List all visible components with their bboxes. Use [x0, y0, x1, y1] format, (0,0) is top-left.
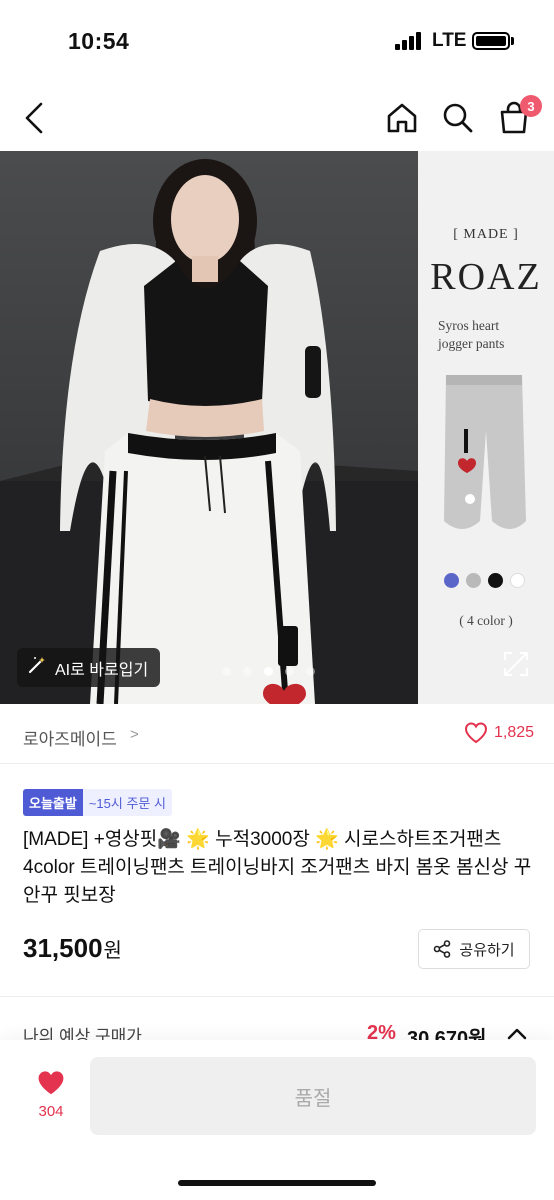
carousel-dot[interactable] — [285, 667, 294, 676]
swatch-blue — [444, 573, 459, 588]
carousel-dot-active[interactable] — [264, 667, 273, 676]
product-image-carousel[interactable]: [ MADE ] ROAZ Syros heart jogger pants (… — [0, 151, 554, 704]
swatch-white — [510, 573, 525, 588]
seller-name-link[interactable]: 로아즈메이드 — [23, 725, 117, 750]
heart-filled-icon — [38, 1071, 64, 1095]
delivery-tags: 오늘출발 ~15시 주문 시 — [23, 789, 172, 816]
order-cutoff-badge: ~15시 주문 시 — [82, 789, 172, 816]
color-count: ( 4 color ) — [459, 613, 513, 628]
share-button[interactable]: 공유하기 — [418, 929, 530, 969]
ai-try-on-label: AI로 바로입기 — [55, 661, 149, 679]
share-label: 공유하기 — [459, 941, 515, 959]
back-icon[interactable] — [14, 98, 54, 138]
price-unit: 원 — [103, 940, 122, 962]
heart-outline-icon — [464, 722, 488, 744]
seller-row: 로아즈메이드 > 1,825 — [0, 706, 554, 764]
wishlist-button[interactable]: 304 — [30, 1070, 72, 1120]
status-time: 10:54 — [68, 28, 130, 54]
battery-icon — [472, 32, 510, 50]
brand-logo-text: ROAZ — [430, 256, 542, 298]
search-icon[interactable] — [438, 98, 478, 138]
product-description: Syros heart jogger pants — [438, 317, 548, 353]
product-title: [MADE] +영상핏🎥 🌟 누적3000장 🌟 시로스하트조거팬츠 4colo… — [23, 829, 532, 906]
cart-count-badge: 3 — [520, 95, 542, 117]
made-label: [ MADE ] — [453, 227, 519, 242]
home-indicator — [178, 1180, 376, 1186]
description-line: Syros heart — [438, 318, 500, 333]
carousel-dot[interactable] — [306, 667, 315, 676]
carousel-dot[interactable] — [222, 667, 231, 676]
color-swatches — [444, 573, 525, 588]
bottom-action-bar: 304 품절 — [0, 1040, 554, 1200]
like-count: 1,825 — [494, 724, 535, 741]
share-icon — [434, 940, 451, 958]
battery-tip — [511, 37, 514, 45]
status-bar: 10:54 LTE — [0, 0, 554, 80]
chevron-right-icon: > — [130, 726, 139, 743]
network-type: LTE — [432, 30, 467, 51]
swatch-gray — [466, 573, 481, 588]
section-divider — [0, 996, 554, 997]
carousel-dot[interactable] — [243, 667, 252, 676]
expand-icon[interactable] — [503, 651, 529, 677]
product-info-panel: [ MADE ] ROAZ Syros heart jogger pants (… — [418, 151, 554, 704]
home-icon[interactable] — [382, 98, 422, 138]
today-shipping-badge: 오늘출발 — [23, 789, 83, 816]
product-photo — [0, 151, 418, 704]
swatch-black — [488, 573, 503, 588]
product-price: 31,500원 — [23, 933, 122, 964]
ai-try-on-button[interactable]: AI로 바로입기 — [17, 648, 160, 687]
signal-icon — [395, 32, 423, 50]
like-button[interactable]: 1,825 — [464, 722, 534, 744]
wishlist-count: 304 — [38, 1103, 64, 1120]
pants-thumbnail — [444, 375, 526, 529]
price-value: 31,500 — [23, 933, 103, 963]
magic-wand-icon — [27, 655, 47, 680]
description-line: jogger pants — [438, 336, 505, 351]
carousel-dots — [222, 667, 315, 676]
sold-out-button[interactable]: 품절 — [90, 1057, 536, 1135]
top-nav — [0, 88, 554, 148]
